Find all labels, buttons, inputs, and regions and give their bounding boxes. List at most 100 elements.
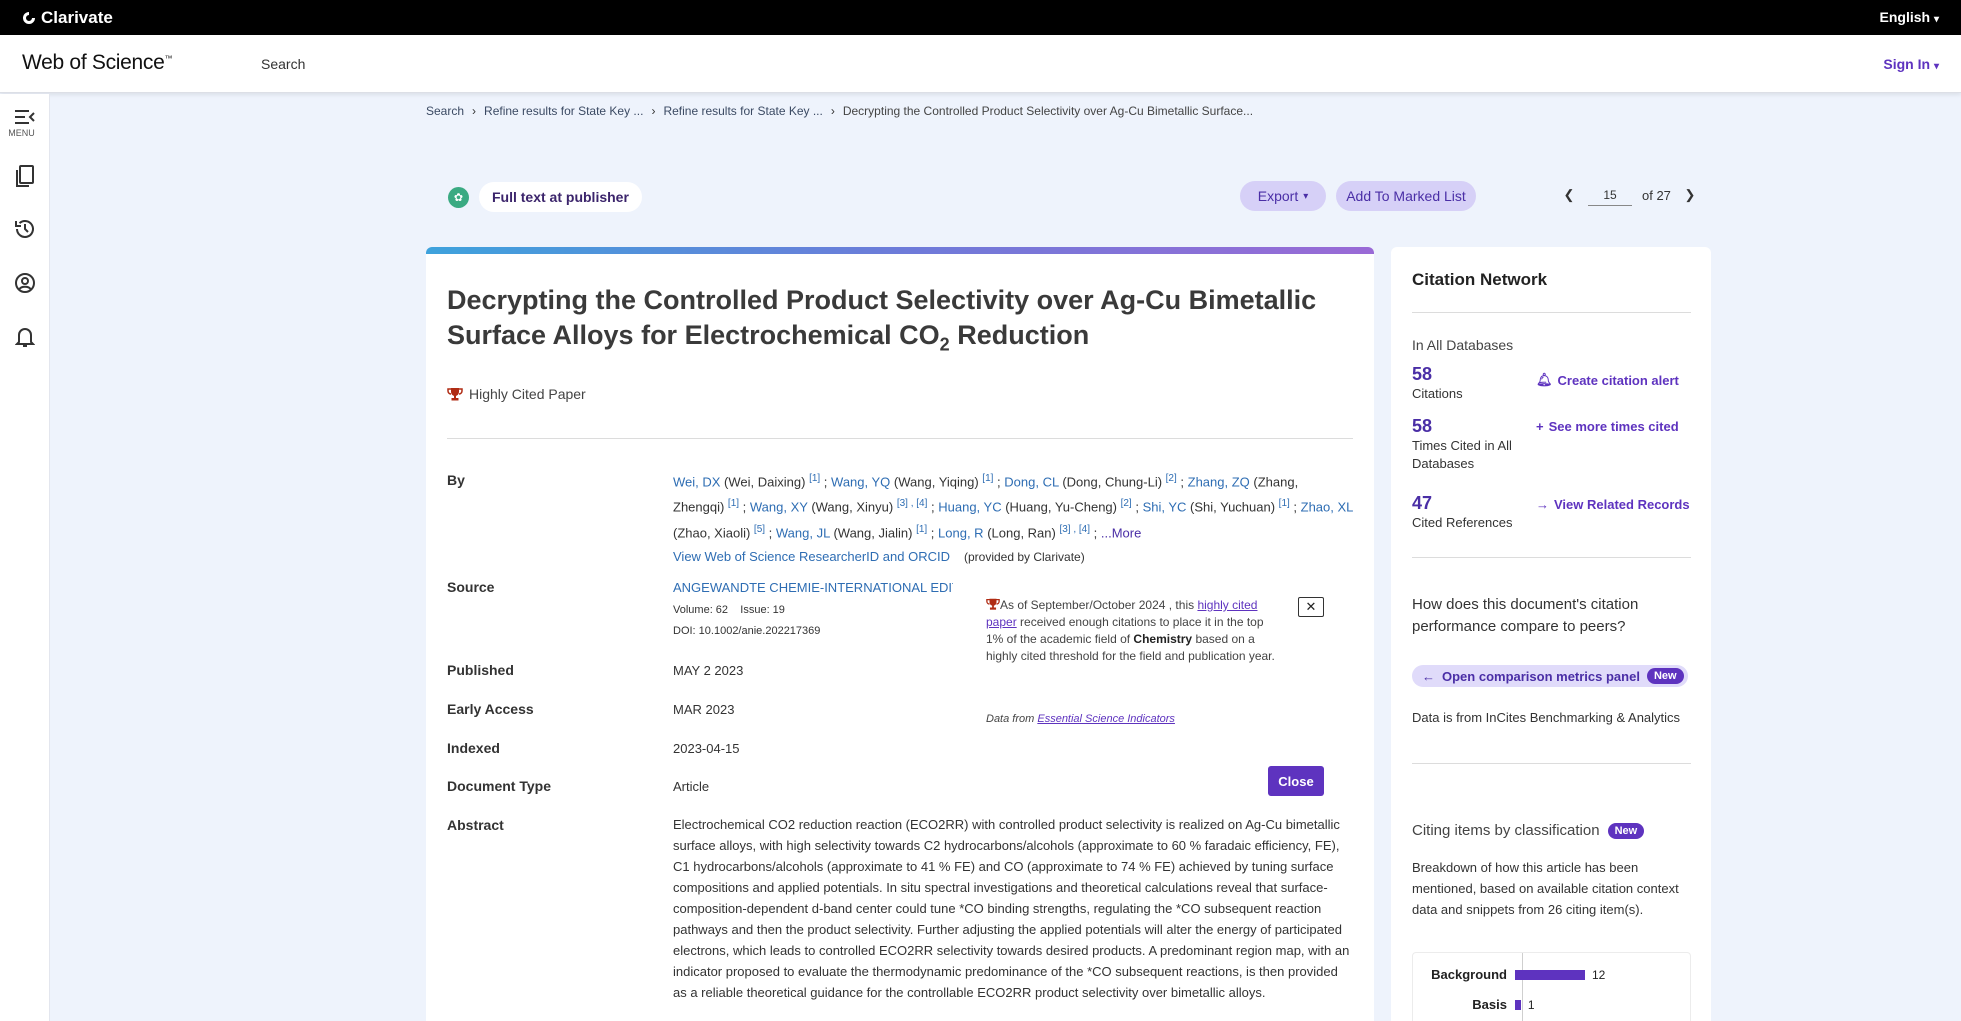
author-link[interactable]: Wang, XY: [750, 500, 808, 515]
citation-network-panel: Citation Network In All Databases 58 Cit…: [1391, 247, 1711, 1021]
author-separator: ;: [1131, 499, 1143, 515]
chevron-left-icon[interactable]: ❮: [1560, 186, 1578, 204]
bar-value: 12: [1592, 967, 1606, 982]
see-more-times-cited-link[interactable]: + See more times cited: [1536, 419, 1679, 434]
author-affiliation-ref[interactable]: [1]: [916, 524, 927, 535]
breadcrumb-refine-2[interactable]: Refine results for State Key ...: [663, 104, 822, 118]
cited-references-metric[interactable]: 47 Cited References: [1412, 493, 1532, 532]
close-icon[interactable]: ✕: [1298, 597, 1324, 617]
divider: [1412, 763, 1691, 764]
create-citation-alert-link[interactable]: 🔔︎ Create citation alert: [1536, 372, 1679, 388]
plus-icon: +: [1536, 419, 1544, 434]
chevron-down-icon: ▾: [1303, 190, 1309, 202]
author-separator: ;: [765, 524, 776, 540]
language-selector[interactable]: English ▾: [1880, 9, 1939, 25]
times-cited-metric[interactable]: 58 Times Cited in All Databases: [1412, 416, 1532, 473]
record-pager: ❮ of 27 ❯: [1560, 184, 1699, 206]
divider: [447, 438, 1353, 439]
popup-field: Chemistry: [1133, 632, 1193, 646]
author-affiliation-ref[interactable]: [2]: [1121, 498, 1132, 509]
author-affiliation-ref[interactable]: [3] , [4]: [1059, 524, 1090, 535]
clarivate-logo-icon: [23, 12, 35, 24]
classification-bar-chart: Background 12 Basis 1: [1412, 952, 1691, 1021]
chevron-right-icon: ›: [651, 104, 656, 118]
author-affiliation-ref[interactable]: [1]: [728, 498, 739, 509]
page-total: of 27: [1642, 187, 1671, 203]
breadcrumb-current: Decrypting the Controlled Product Select…: [842, 104, 1254, 118]
chevron-right-icon[interactable]: ❯: [1681, 186, 1699, 204]
header-search-link[interactable]: Search: [261, 56, 305, 72]
brand-name: Clarivate: [41, 8, 113, 27]
author-link[interactable]: Wang, JL: [776, 525, 830, 540]
chevron-down-icon: ▾: [1933, 61, 1939, 72]
author-link[interactable]: Zhang, ZQ: [1188, 474, 1250, 489]
label-by: By: [447, 472, 465, 488]
title-main: Decrypting the Controlled Product Select…: [447, 285, 1317, 350]
open-comparison-panel-button[interactable]: ← Open comparison metrics panel New: [1412, 665, 1688, 687]
author-link[interactable]: Huang, YC: [938, 500, 1001, 515]
author-link[interactable]: Shi, YC: [1143, 500, 1187, 515]
chevron-down-icon: ▾: [1933, 14, 1939, 25]
authors-more-link[interactable]: ...More: [1101, 525, 1141, 540]
author-full-name: (Wei, Daixing): [720, 474, 810, 490]
bell-icon[interactable]: [10, 322, 40, 352]
arrow-right-icon: →: [1536, 497, 1549, 512]
journal-link[interactable]: ANGEWANDTE CHEMIE-INTERNATIONAL EDITION: [673, 580, 953, 595]
times-cited-label: Times Cited in All Databases: [1412, 438, 1512, 471]
author-affiliation-ref[interactable]: [1]: [982, 473, 993, 484]
early-access-date: MAR 2023: [673, 702, 735, 717]
citations-metric[interactable]: 58 Citations: [1412, 364, 1532, 403]
close-button[interactable]: Close: [1268, 766, 1324, 796]
author-link[interactable]: Zhao, XL: [1301, 500, 1353, 515]
researcher-id-row: View Web of Science ResearcherID and ORC…: [673, 549, 1085, 564]
web-of-science-logo[interactable]: Web of Science™: [22, 51, 172, 75]
trophy-icon: [447, 388, 463, 401]
author-link[interactable]: Wei, DX: [673, 474, 720, 489]
author-separator: ;: [927, 524, 939, 540]
new-badge: New: [1607, 822, 1645, 839]
author-affiliation-ref[interactable]: [5]: [754, 524, 765, 535]
sign-in-button[interactable]: Sign In ▾: [1883, 56, 1939, 72]
side-navigation: MENU: [0, 94, 50, 1021]
times-cited-count: 58: [1412, 416, 1433, 436]
breadcrumb-refine-1[interactable]: Refine results for State Key ...: [484, 104, 643, 118]
author-full-name: (Dong, Chung-Li): [1058, 474, 1166, 490]
author-affiliation-ref[interactable]: [1]: [809, 473, 820, 484]
abstract-text: Electrochemical CO2 reduction reaction (…: [673, 817, 1350, 1000]
full-text-button[interactable]: Full text at publisher: [479, 182, 642, 212]
clarivate-logo[interactable]: Clarivate: [22, 8, 113, 28]
label-document-type: Document Type: [447, 778, 551, 794]
export-label: Export: [1257, 188, 1299, 204]
researcher-id-link[interactable]: View Web of Science ResearcherID and ORC…: [673, 549, 950, 564]
export-button[interactable]: Export ▾: [1240, 181, 1326, 211]
page-title: Decrypting the Controlled Product Select…: [447, 283, 1327, 362]
title-subscript: 2: [939, 334, 950, 355]
in-all-databases: In All Databases: [1412, 337, 1514, 353]
add-to-marked-list-button[interactable]: Add To Marked List: [1336, 181, 1476, 211]
author-link[interactable]: Long, R: [938, 525, 984, 540]
bookmark-icon[interactable]: [10, 161, 40, 191]
cited-references-label: Cited References: [1412, 515, 1513, 530]
open-panel-label: Open comparison metrics panel: [1442, 668, 1640, 684]
bar: [1515, 969, 1585, 980]
author-link[interactable]: Wang, YQ: [831, 474, 890, 489]
volume: Volume: 62: [673, 604, 729, 616]
page-number-input[interactable]: [1588, 184, 1632, 206]
bar-row[interactable]: Background 12: [1413, 967, 1605, 982]
label-indexed: Indexed: [447, 740, 500, 756]
profile-icon[interactable]: [10, 268, 40, 298]
author-affiliation-ref[interactable]: [1]: [1279, 498, 1290, 509]
new-badge: New: [1646, 668, 1684, 684]
history-icon[interactable]: [10, 214, 40, 244]
label-early-access: Early Access: [447, 701, 534, 717]
view-related-records-link[interactable]: → View Related Records: [1536, 497, 1690, 512]
breadcrumb-search[interactable]: Search: [426, 104, 464, 118]
esi-link[interactable]: Essential Science Indicators: [1037, 713, 1175, 725]
author-separator: ;: [927, 499, 939, 515]
bar-row[interactable]: Basis 1: [1413, 997, 1534, 1012]
author-affiliation-ref[interactable]: [2]: [1166, 473, 1177, 484]
create-alert-label: Create citation alert: [1557, 372, 1679, 388]
chevron-right-icon: ›: [830, 104, 835, 118]
author-affiliation-ref[interactable]: [3] , [4]: [897, 498, 928, 509]
author-link[interactable]: Dong, CL: [1004, 474, 1058, 489]
